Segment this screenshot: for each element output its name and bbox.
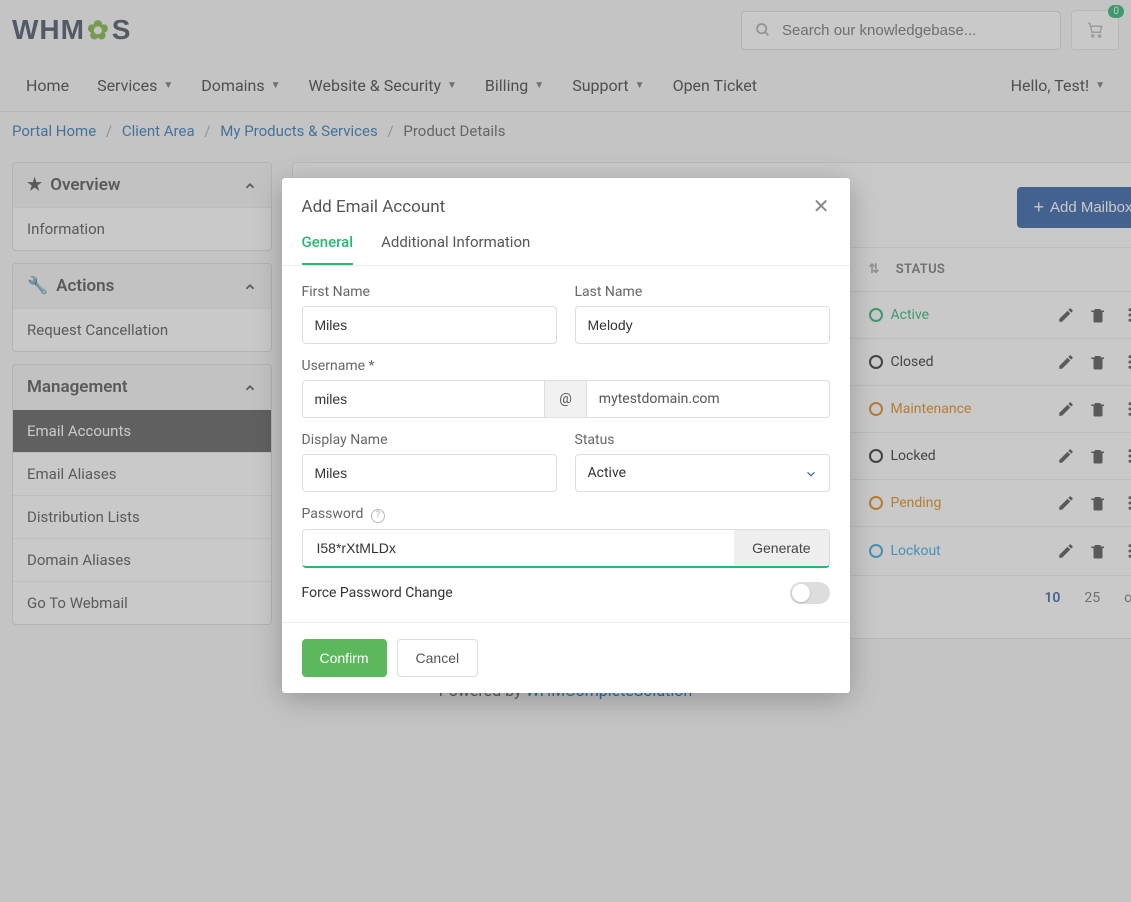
at-symbol: @ — [545, 380, 586, 418]
cancel-button[interactable]: Cancel — [397, 639, 479, 677]
first-name-input[interactable] — [302, 306, 557, 344]
last-name-label: Last Name — [575, 284, 830, 300]
display-name-label: Display Name — [302, 432, 557, 448]
modal-title: Add Email Account — [302, 197, 446, 217]
close-button[interactable]: ✕ — [813, 194, 830, 219]
force-password-toggle[interactable] — [790, 582, 830, 604]
password-label: Password ? — [302, 506, 830, 523]
modal-overlay: Add Email Account ✕ General Additional I… — [0, 0, 1131, 902]
status-label: Status — [575, 432, 830, 448]
domain-display: mytestdomain.com — [586, 380, 830, 418]
tab-general[interactable]: General — [302, 233, 354, 265]
add-email-modal: Add Email Account ✕ General Additional I… — [282, 178, 850, 693]
first-name-label: First Name — [302, 284, 557, 300]
username-label: Username * — [302, 358, 830, 374]
generate-password-button[interactable]: Generate — [734, 530, 828, 566]
tab-additional-info[interactable]: Additional Information — [381, 233, 530, 265]
last-name-input[interactable] — [575, 306, 830, 344]
force-password-label: Force Password Change — [302, 585, 453, 601]
password-input[interactable] — [303, 530, 735, 566]
info-icon[interactable]: ? — [371, 509, 385, 523]
confirm-button[interactable]: Confirm — [302, 639, 387, 677]
display-name-input[interactable] — [302, 454, 557, 492]
status-select[interactable]: Active — [575, 454, 830, 492]
username-input[interactable] — [302, 380, 546, 418]
